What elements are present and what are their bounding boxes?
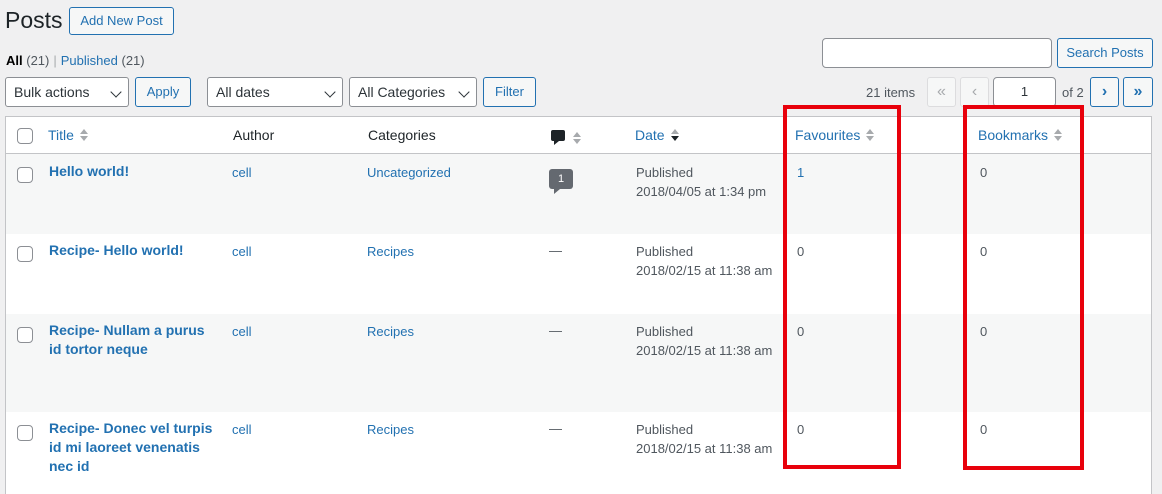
comment-count-bubble[interactable]: 1: [549, 169, 573, 194]
chevron-down-icon: [110, 86, 122, 98]
sort-icon: [79, 128, 88, 142]
post-status: Published: [636, 422, 694, 437]
post-title-link[interactable]: Hello world!: [49, 162, 129, 181]
post-title-link[interactable]: Recipe- Donec vel turpis id mi laoreet v…: [49, 419, 212, 476]
row-checkbox[interactable]: [17, 327, 33, 343]
views-separator: |: [53, 53, 57, 68]
view-all-link[interactable]: All (21): [6, 53, 49, 68]
no-comments-dash: —: [549, 243, 562, 258]
chevron-down-icon: [458, 86, 470, 98]
add-new-post-button[interactable]: Add New Post: [69, 7, 174, 35]
row-checkbox[interactable]: [17, 167, 33, 183]
bulk-actions-select[interactable]: Bulk actions: [5, 77, 129, 107]
row-checkbox[interactable]: [17, 425, 33, 441]
search-posts-button[interactable]: Search Posts: [1057, 38, 1153, 68]
no-comments-dash: —: [549, 421, 562, 436]
dates-filter-label: All dates: [216, 84, 270, 100]
post-author-link[interactable]: cell: [232, 420, 252, 439]
first-page-button: «: [927, 77, 956, 107]
favourites-highlight-box: [783, 105, 901, 469]
last-page-button[interactable]: »: [1123, 77, 1153, 107]
post-category-link[interactable]: Recipes: [367, 420, 414, 439]
post-author-link[interactable]: cell: [232, 163, 252, 182]
bulk-actions-label: Bulk actions: [14, 84, 90, 100]
post-date: 2018/02/15 at 11:38 am: [636, 263, 773, 278]
page-title: Posts: [5, 7, 63, 33]
post-category-link[interactable]: Recipes: [367, 322, 414, 341]
column-categories-header: Categories: [368, 127, 436, 143]
comment-icon: [551, 130, 565, 145]
post-status: Published: [636, 165, 694, 180]
current-page-input[interactable]: 1: [993, 77, 1056, 107]
chevron-down-icon: [324, 86, 336, 98]
total-pages-text: of 2: [1062, 85, 1084, 100]
column-date-header[interactable]: Date: [635, 127, 679, 143]
sort-icon: [573, 131, 581, 145]
post-date: 2018/04/05 at 1:34 pm: [636, 184, 767, 199]
sort-desc-icon: [670, 128, 679, 142]
search-input[interactable]: [822, 38, 1052, 68]
categories-filter-label: All Categories: [358, 84, 446, 100]
dates-filter-select[interactable]: All dates: [207, 77, 343, 107]
post-title-link[interactable]: Recipe- Hello world!: [49, 241, 184, 260]
view-published-link[interactable]: Published (21): [61, 53, 145, 68]
post-status-views: All (21) | Published (21): [6, 53, 145, 68]
post-date: 2018/02/15 at 11:38 am: [636, 343, 773, 358]
prev-page-button: ‹: [960, 77, 989, 107]
next-page-button[interactable]: ›: [1090, 77, 1119, 107]
no-comments-dash: —: [549, 323, 562, 338]
bookmarks-highlight-box: [963, 105, 1084, 470]
categories-filter-select[interactable]: All Categories: [349, 77, 477, 107]
select-all-checkbox[interactable]: [17, 128, 33, 144]
post-author-link[interactable]: cell: [232, 322, 252, 341]
post-status: Published: [636, 244, 694, 259]
post-author-link[interactable]: cell: [232, 242, 252, 261]
filter-button[interactable]: Filter: [483, 77, 536, 107]
post-date: 2018/02/15 at 11:38 am: [636, 441, 773, 456]
column-title-header[interactable]: Title: [48, 127, 88, 143]
post-title-link[interactable]: Recipe- Nullam a purus id tortor neque: [49, 321, 205, 359]
row-checkbox[interactable]: [17, 246, 33, 262]
post-status: Published: [636, 324, 694, 339]
items-count: 21 items: [866, 85, 916, 100]
post-category-link[interactable]: Uncategorized: [367, 163, 451, 182]
apply-button[interactable]: Apply: [135, 77, 191, 107]
column-comments-header[interactable]: [551, 129, 581, 145]
post-category-link[interactable]: Recipes: [367, 242, 414, 261]
column-author-header: Author: [233, 127, 275, 143]
